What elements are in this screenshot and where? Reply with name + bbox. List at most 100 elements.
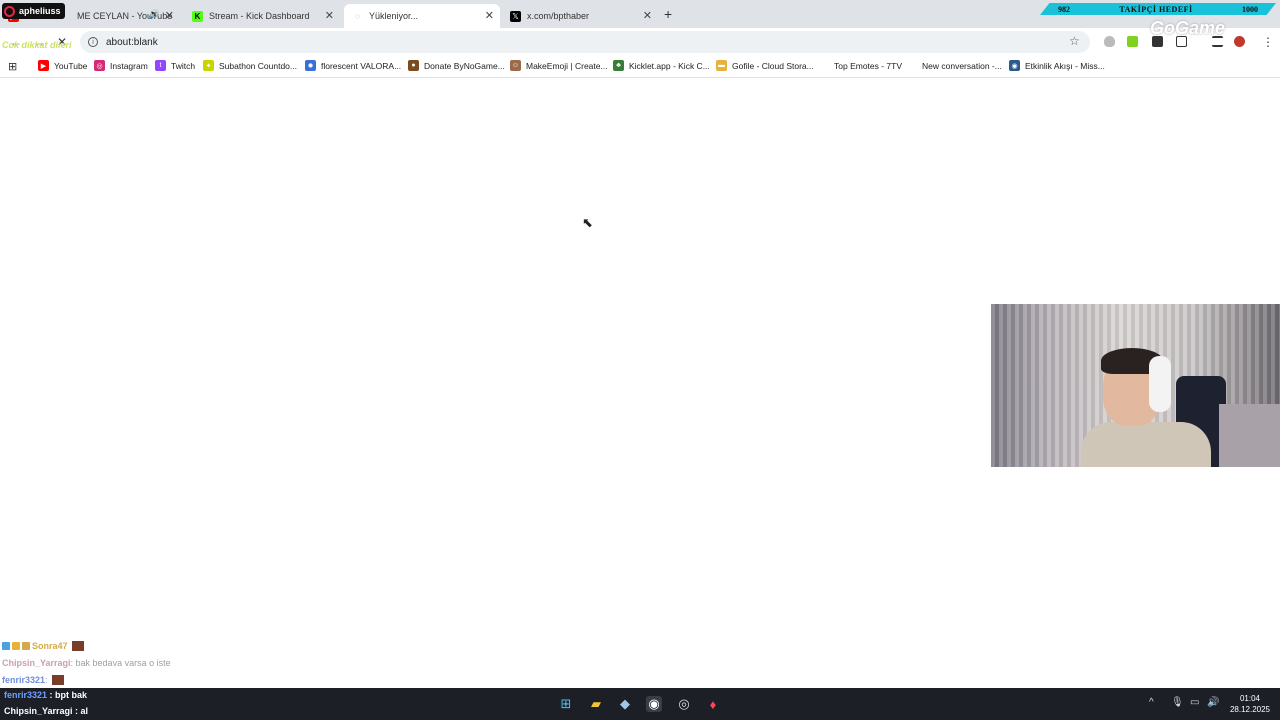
bookmark-gofile[interactable]: ▬ Gofile - Cloud Stora...	[716, 60, 814, 71]
chevron-up-icon[interactable]: ^	[1149, 697, 1154, 708]
bookmark-label: Top Emotes - 7TV	[834, 60, 903, 71]
tab-title: x.com/bpthaber	[527, 11, 590, 21]
obs-icon[interactable]: ◎	[676, 696, 692, 712]
bookmark-label: Donate ByNoGame...	[424, 60, 505, 71]
goal-target: 1000	[1242, 4, 1258, 14]
goal-current: 982	[1058, 4, 1070, 14]
twitch-icon: t	[155, 60, 166, 71]
close-icon[interactable]: ✕	[485, 9, 494, 22]
webcam-person-body	[1081, 422, 1211, 467]
shield-icon[interactable]	[1104, 36, 1115, 47]
chat-username: fenrir3321	[4, 690, 48, 700]
close-icon[interactable]: ✕	[643, 9, 652, 22]
mouse-cursor-icon: ⬉	[582, 215, 593, 230]
taskbar: fenrir3321 : bpt bak Chipsin_Yarragi : a…	[0, 688, 1280, 720]
bookmarks-bar: ⊞ ▶ YouTube ◎ Instagram t Twitch ✦ Subat…	[0, 56, 1280, 78]
bookmark-label: MakeEmoji | Create...	[526, 60, 608, 71]
clock-date: 28.12.2025	[1229, 705, 1271, 714]
tab-title: Yükleniyor...	[369, 11, 419, 21]
windows-start-icon[interactable]: ⊞	[558, 696, 574, 712]
chrome-icon[interactable]: ◉	[646, 696, 662, 712]
bookmark-label: Kicklet.app - Kick C...	[629, 60, 710, 71]
bookmark-donate[interactable]: ● Donate ByNoGame...	[408, 60, 505, 71]
bookmark-subathon[interactable]: ✦ Subathon Countdo...	[203, 60, 297, 71]
system-clock[interactable]: 01:04 28.12.2025	[1225, 693, 1275, 715]
bookmark-youtube[interactable]: ▶ YouTube	[38, 60, 87, 71]
taskbar-chat-line: fenrir3321 : bpt bak	[4, 690, 87, 700]
emote-icon	[51, 674, 64, 685]
chat-overlay: Sonra47 Chipsin_Yarragi : bak bedava var…	[2, 637, 302, 688]
bookmark-twitch[interactable]: t Twitch	[155, 60, 195, 71]
screen: ▶ ME CEYLAN - YouTube 🔊 ✕ K Stream - Kic…	[0, 0, 1280, 720]
bookmark-instagram[interactable]: ◎ Instagram	[94, 60, 148, 71]
browser-toolbar: ← → ✕ i about:blank ☆ ⋮	[0, 28, 1280, 56]
bookmark-label: Gofile - Cloud Stora...	[732, 60, 814, 71]
menu-icon[interactable]: ⋮	[1262, 35, 1274, 49]
close-icon[interactable]: ✕	[165, 9, 174, 22]
globe-icon: ◉	[1009, 60, 1020, 71]
profile-avatar[interactable]	[1234, 36, 1245, 47]
address-bar[interactable]: i about:blank	[80, 31, 1090, 53]
bookmark-label: Etkinlik Akışı - Miss...	[1025, 60, 1105, 71]
kick-icon: K	[192, 10, 203, 22]
chat-text: : bpt bak	[49, 690, 88, 700]
steam-icon[interactable]: ◆	[617, 696, 633, 712]
youtube-icon: ▶	[38, 60, 49, 71]
webcam-bed	[1219, 404, 1280, 467]
badge-icon	[12, 641, 20, 650]
url-text: about:blank	[106, 36, 158, 48]
close-icon[interactable]: ✕	[325, 9, 334, 22]
emote-icon	[71, 640, 84, 651]
kicklet-icon: ♣	[613, 60, 624, 71]
valorant-icon[interactable]: ♦	[705, 696, 721, 712]
bookmark-star-icon[interactable]: ☆	[1069, 34, 1080, 48]
x-icon: 𝕏	[510, 10, 521, 22]
tab-kick-dashboard[interactable]: K Stream - Kick Dashboard ✕	[184, 4, 340, 28]
streamer-name: apheliuss	[19, 6, 61, 16]
donate-icon: ●	[408, 60, 419, 71]
extension-green-icon[interactable]	[1127, 36, 1138, 47]
bookmark-label: Instagram	[110, 60, 148, 71]
chat-message: Chipsin_Yarragi : bak bedava varsa o ist…	[2, 654, 302, 671]
new-tab-button[interactable]: +	[664, 6, 672, 22]
site-info-icon[interactable]: i	[88, 37, 98, 47]
speaker-icon[interactable]: 🔊	[149, 9, 160, 20]
file-explorer-icon[interactable]: ▰	[588, 696, 604, 712]
folder-icon: ▬	[716, 60, 727, 71]
bookmark-kicklet[interactable]: ♣ Kicklet.app - Kick C...	[613, 60, 710, 71]
chat-message: Sonra47	[2, 637, 302, 654]
chat-icon	[906, 60, 917, 71]
loading-icon: ◌	[355, 11, 360, 21]
bookmark-etkinlik[interactable]: ◉ Etkinlik Akışı - Miss...	[1009, 60, 1105, 71]
monitor-icon[interactable]: ▭	[1190, 697, 1199, 708]
chat-text: :	[45, 674, 48, 685]
follower-goal-bar: 982 TAKİPÇİ HEDEFİ 1000	[1040, 3, 1276, 15]
bookmark-valorant[interactable]: ✹ florescent VALORA...	[305, 60, 401, 71]
bookmark-makeemoji[interactable]: ☺ MakeEmoji | Create...	[510, 60, 608, 71]
bookmark-label: YouTube	[54, 60, 88, 71]
chat-message: fenrir3321 :	[2, 671, 302, 688]
instagram-icon: ◎	[94, 60, 105, 71]
volume-icon[interactable]: 🔊	[1207, 697, 1219, 708]
streamer-name-overlay: apheliuss	[2, 3, 65, 19]
chat-text: : bak bedava varsa o iste	[70, 657, 171, 668]
tab-loading[interactable]: ◌ Yükleniyor... ✕	[344, 4, 500, 28]
bookmark-label: New conversation -...	[922, 60, 1002, 71]
webcam-overlay	[991, 304, 1280, 467]
goal-label: TAKİPÇİ HEDEFİ	[1119, 4, 1193, 14]
chat-username: fenrir3321	[2, 674, 46, 685]
7tv-icon	[818, 60, 829, 71]
bookmark-7tv[interactable]: Top Emotes - 7TV	[818, 60, 902, 71]
microphone-icon[interactable]: 🎙	[1171, 697, 1184, 708]
overlay-text: Cok dikkat dileri	[2, 40, 72, 50]
taskbar-chat-line: Chipsin_Yarragi : al	[4, 706, 88, 716]
chat-username: Sonra47	[32, 640, 68, 651]
bookmark-new-conversation[interactable]: New conversation -...	[906, 60, 1002, 71]
tab-x[interactable]: 𝕏 x.com/bpthaber ✕	[502, 4, 658, 28]
bookmark-label: Subathon Countdo...	[219, 60, 297, 71]
makeemoji-icon: ☺	[510, 60, 521, 71]
tab-title: Stream - Kick Dashboard	[209, 11, 310, 21]
stream-logo: GoGame	[1150, 18, 1226, 38]
apps-grid-icon[interactable]: ⊞	[8, 60, 17, 73]
instagram-icon	[4, 5, 15, 17]
